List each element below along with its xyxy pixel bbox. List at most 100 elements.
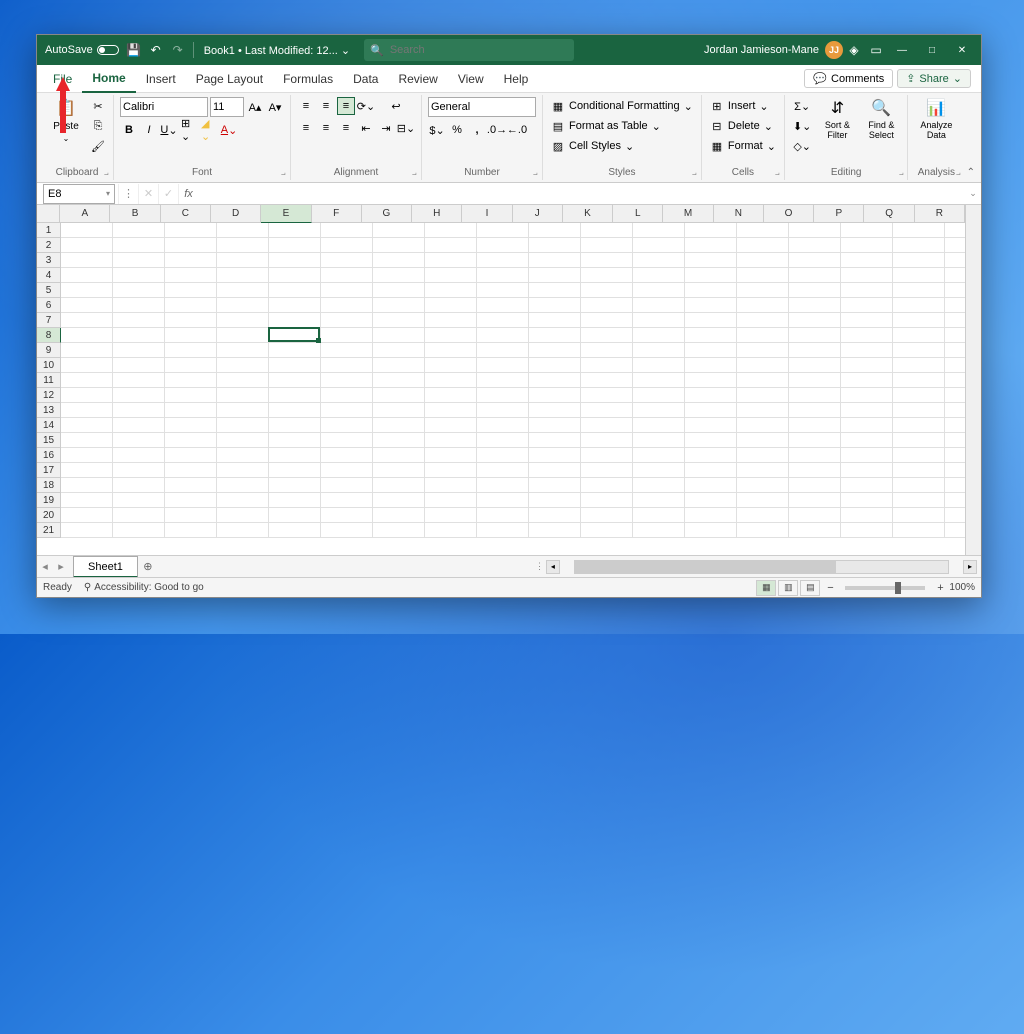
col-header-L[interactable]: L [613, 205, 663, 223]
align-middle-icon[interactable]: ≡ [317, 97, 335, 115]
cell-N17[interactable] [737, 463, 789, 478]
row-header-2[interactable]: 2 [37, 238, 61, 253]
cell-G4[interactable] [373, 268, 425, 283]
cell-R19[interactable] [945, 493, 965, 508]
cell-P21[interactable] [841, 523, 893, 538]
font-size-select[interactable] [210, 97, 244, 117]
maximize-button[interactable]: □ [917, 35, 947, 65]
cell-P19[interactable] [841, 493, 893, 508]
cell-M6[interactable] [685, 298, 737, 313]
cell-L10[interactable] [633, 358, 685, 373]
cell-P10[interactable] [841, 358, 893, 373]
select-all-corner[interactable] [37, 205, 60, 223]
cell-R17[interactable] [945, 463, 965, 478]
tab-file[interactable]: File [43, 65, 82, 93]
cell-L1[interactable] [633, 223, 685, 238]
cell-B21[interactable] [113, 523, 165, 538]
cell-N6[interactable] [737, 298, 789, 313]
align-right-icon[interactable]: ≡ [337, 119, 355, 137]
zoom-level[interactable]: 100% [949, 582, 975, 593]
cell-O21[interactable] [789, 523, 841, 538]
cell-styles-button[interactable]: ▨Cell Styles ⌄ [549, 137, 636, 155]
row-header-11[interactable]: 11 [37, 373, 61, 388]
font-color-icon[interactable]: A ⌄ [220, 121, 238, 139]
enter-icon[interactable]: ✓ [158, 184, 178, 204]
view-normal-icon[interactable]: ▦ [756, 580, 776, 596]
cell-J1[interactable] [529, 223, 581, 238]
increase-decimal-icon[interactable]: .0→ [488, 121, 506, 139]
cell-C1[interactable] [165, 223, 217, 238]
cell-C20[interactable] [165, 508, 217, 523]
cell-P1[interactable] [841, 223, 893, 238]
cell-J8[interactable] [529, 328, 581, 343]
cell-J5[interactable] [529, 283, 581, 298]
cell-A19[interactable] [61, 493, 113, 508]
cell-I5[interactable] [477, 283, 529, 298]
cell-N12[interactable] [737, 388, 789, 403]
cell-J3[interactable] [529, 253, 581, 268]
cell-E10[interactable] [269, 358, 321, 373]
fx-icon[interactable]: fx [178, 184, 198, 204]
cell-R15[interactable] [945, 433, 965, 448]
cell-I13[interactable] [477, 403, 529, 418]
cell-H21[interactable] [425, 523, 477, 538]
cell-C12[interactable] [165, 388, 217, 403]
cell-O20[interactable] [789, 508, 841, 523]
cell-R11[interactable] [945, 373, 965, 388]
cell-G9[interactable] [373, 343, 425, 358]
cell-M3[interactable] [685, 253, 737, 268]
cell-L19[interactable] [633, 493, 685, 508]
cell-K15[interactable] [581, 433, 633, 448]
col-header-H[interactable]: H [412, 205, 462, 223]
find-select-button[interactable]: 🔍 Find & Select [861, 97, 901, 141]
cell-R1[interactable] [945, 223, 965, 238]
cell-L21[interactable] [633, 523, 685, 538]
col-header-M[interactable]: M [663, 205, 713, 223]
cell-C9[interactable] [165, 343, 217, 358]
dropdown-icon[interactable]: ⋮ [118, 184, 138, 204]
formula-input[interactable] [198, 184, 965, 204]
cell-K7[interactable] [581, 313, 633, 328]
cell-L11[interactable] [633, 373, 685, 388]
paste-button[interactable]: 📋 Paste ⌄ [47, 97, 85, 143]
cell-D7[interactable] [217, 313, 269, 328]
cell-M7[interactable] [685, 313, 737, 328]
cell-Q7[interactable] [893, 313, 945, 328]
cell-I11[interactable] [477, 373, 529, 388]
row-header-7[interactable]: 7 [37, 313, 61, 328]
cell-K12[interactable] [581, 388, 633, 403]
cell-C10[interactable] [165, 358, 217, 373]
cell-D14[interactable] [217, 418, 269, 433]
cell-O2[interactable] [789, 238, 841, 253]
cell-M20[interactable] [685, 508, 737, 523]
clear-icon[interactable]: ◇⌄ [791, 137, 813, 155]
row-header-21[interactable]: 21 [37, 523, 61, 538]
cell-N5[interactable] [737, 283, 789, 298]
cell-P9[interactable] [841, 343, 893, 358]
cell-C13[interactable] [165, 403, 217, 418]
cell-H6[interactable] [425, 298, 477, 313]
cell-B9[interactable] [113, 343, 165, 358]
cell-P11[interactable] [841, 373, 893, 388]
cell-D20[interactable] [217, 508, 269, 523]
cell-G1[interactable] [373, 223, 425, 238]
cell-M12[interactable] [685, 388, 737, 403]
merge-icon[interactable]: ⊟⌄ [397, 119, 415, 137]
cell-J9[interactable] [529, 343, 581, 358]
cell-F14[interactable] [321, 418, 373, 433]
cell-J17[interactable] [529, 463, 581, 478]
cell-E17[interactable] [269, 463, 321, 478]
cell-R10[interactable] [945, 358, 965, 373]
cell-O11[interactable] [789, 373, 841, 388]
cell-A5[interactable] [61, 283, 113, 298]
row-header-3[interactable]: 3 [37, 253, 61, 268]
cell-J18[interactable] [529, 478, 581, 493]
cell-M9[interactable] [685, 343, 737, 358]
cell-I9[interactable] [477, 343, 529, 358]
cell-J20[interactable] [529, 508, 581, 523]
cell-M16[interactable] [685, 448, 737, 463]
row-header-17[interactable]: 17 [37, 463, 61, 478]
cell-J12[interactable] [529, 388, 581, 403]
cell-K8[interactable] [581, 328, 633, 343]
cell-B3[interactable] [113, 253, 165, 268]
